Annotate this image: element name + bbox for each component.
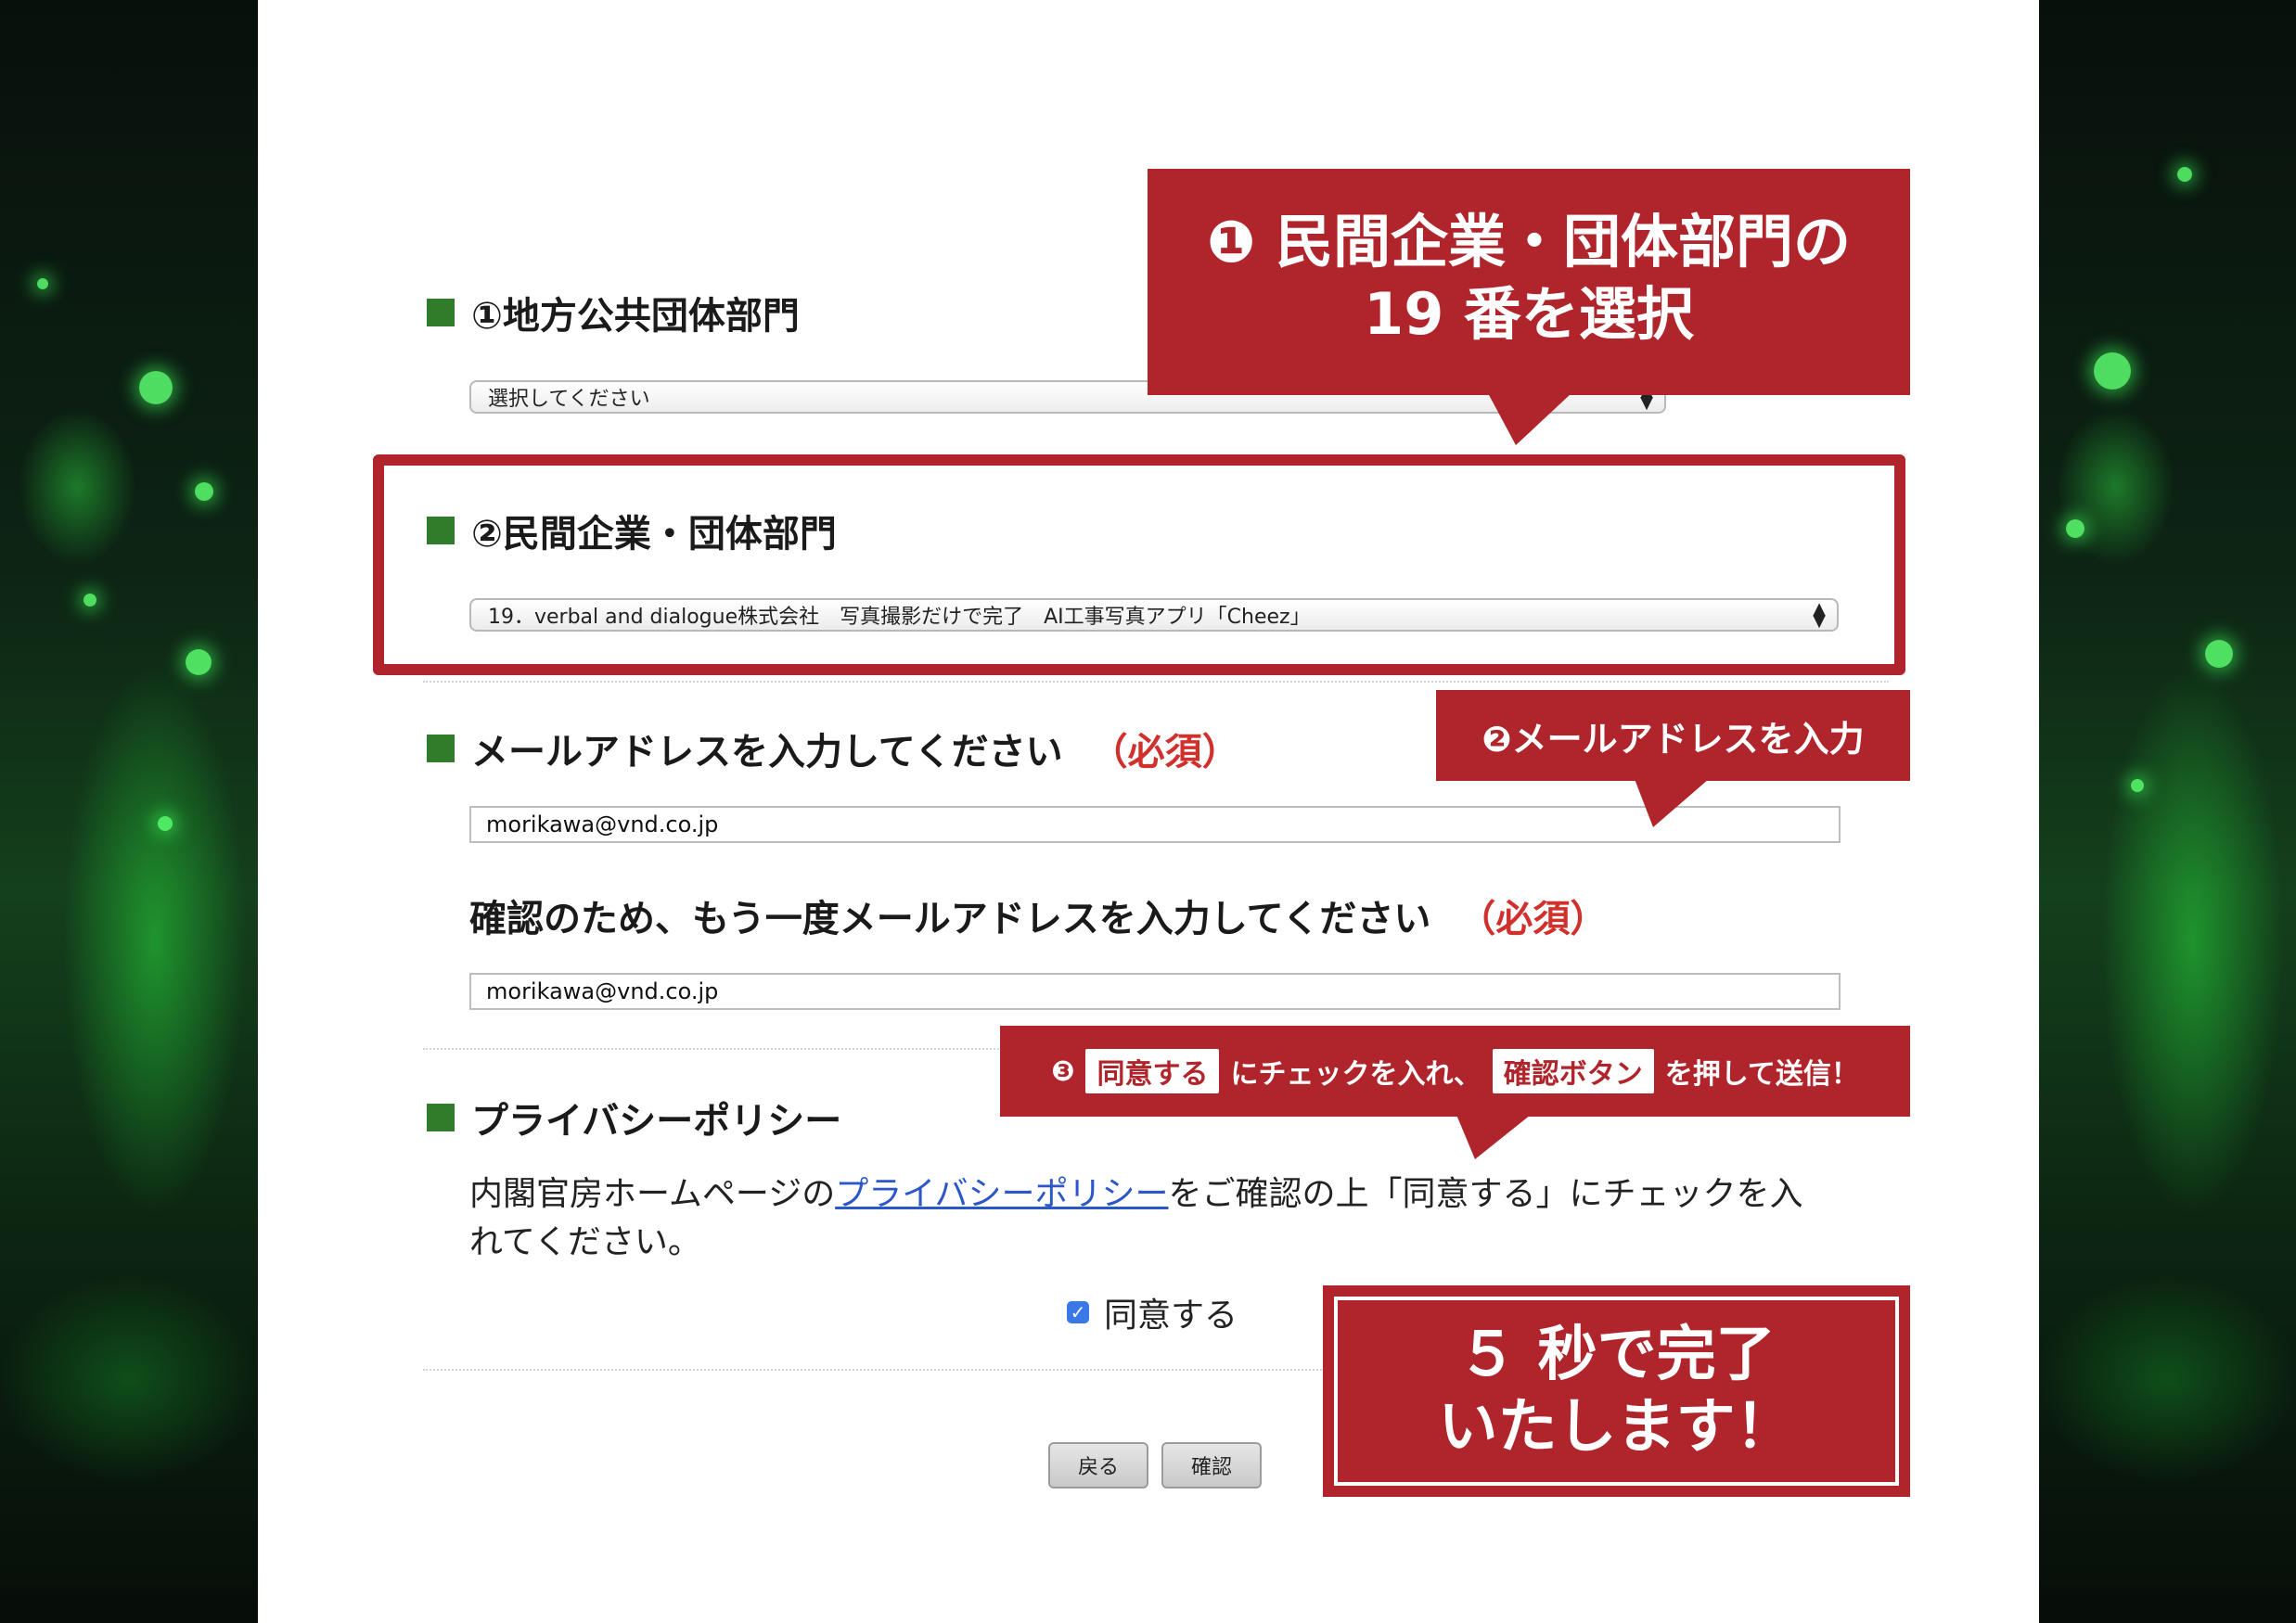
section-local-gov-title: ①地方公共団体部門	[427, 286, 800, 339]
required-label: （必須）	[1458, 898, 1608, 940]
background-left-decoration	[0, 0, 258, 1623]
callout-step2-tail	[1635, 779, 1709, 827]
callout-step3: ❸ 同意する にチェックを入れ、 確認ボタン を押して送信！	[1000, 1026, 1910, 1117]
email-confirm-field[interactable]: morikawa@vnd.co.jp	[469, 973, 1841, 1010]
required-label: （必須）	[1090, 731, 1239, 773]
agree-label[interactable]: 同意する	[1104, 1288, 1238, 1336]
section-privacy-title: プライバシーポリシー	[427, 1091, 841, 1144]
email-confirm-title: 確認のため、もう一度メールアドレスを入力してください （必須）	[469, 898, 1608, 940]
callout-step2: ❷メールアドレスを入力	[1436, 690, 1910, 781]
callout-step3-tail	[1456, 1115, 1531, 1159]
section-marker	[427, 517, 455, 544]
background-right-decoration	[2038, 0, 2296, 1623]
privacy-policy-link[interactable]: プライバシーポリシー	[835, 1175, 1168, 1213]
select-arrows-icon: ▲▼	[1813, 599, 1826, 631]
confirm-button[interactable]: 確認	[1161, 1442, 1262, 1489]
callout-done-inner: ５ 秒で完了 いたします！	[1334, 1297, 1899, 1486]
privacy-text: 内閣官房ホームページのプライバシーポリシーをご確認の上「同意する」にチェックを入…	[469, 1175, 1803, 1261]
form-page: ①地方公共団体部門 選択してください ▲▼ ②民間企業・団体部門 19．verb…	[258, 0, 2039, 1623]
section-marker	[427, 299, 455, 326]
highlight-box-private	[373, 454, 1905, 675]
chip-confirm-button: 確認ボタン	[1492, 1049, 1654, 1093]
section-private-title: ②民間企業・団体部門	[427, 504, 837, 557]
private-select[interactable]: 19．verbal and dialogue株式会社 写真撮影だけで完了 AI工…	[469, 598, 1839, 632]
callout-step1-tail	[1488, 393, 1571, 445]
divider	[423, 681, 1889, 683]
back-button[interactable]: 戻る	[1048, 1442, 1148, 1489]
section-marker	[427, 735, 455, 762]
callout-done: ５ 秒で完了 いたします！	[1323, 1285, 1910, 1497]
callout-step1: ❶ 民間企業・団体部門の 19 番を選択	[1148, 169, 1910, 395]
divider	[423, 1369, 1351, 1371]
chip-agree: 同意する	[1085, 1049, 1220, 1093]
section-email-title: メールアドレスを入力してください （必須）	[427, 722, 1239, 775]
section-marker	[427, 1104, 455, 1131]
agree-checkbox[interactable]: ✓	[1067, 1301, 1089, 1323]
